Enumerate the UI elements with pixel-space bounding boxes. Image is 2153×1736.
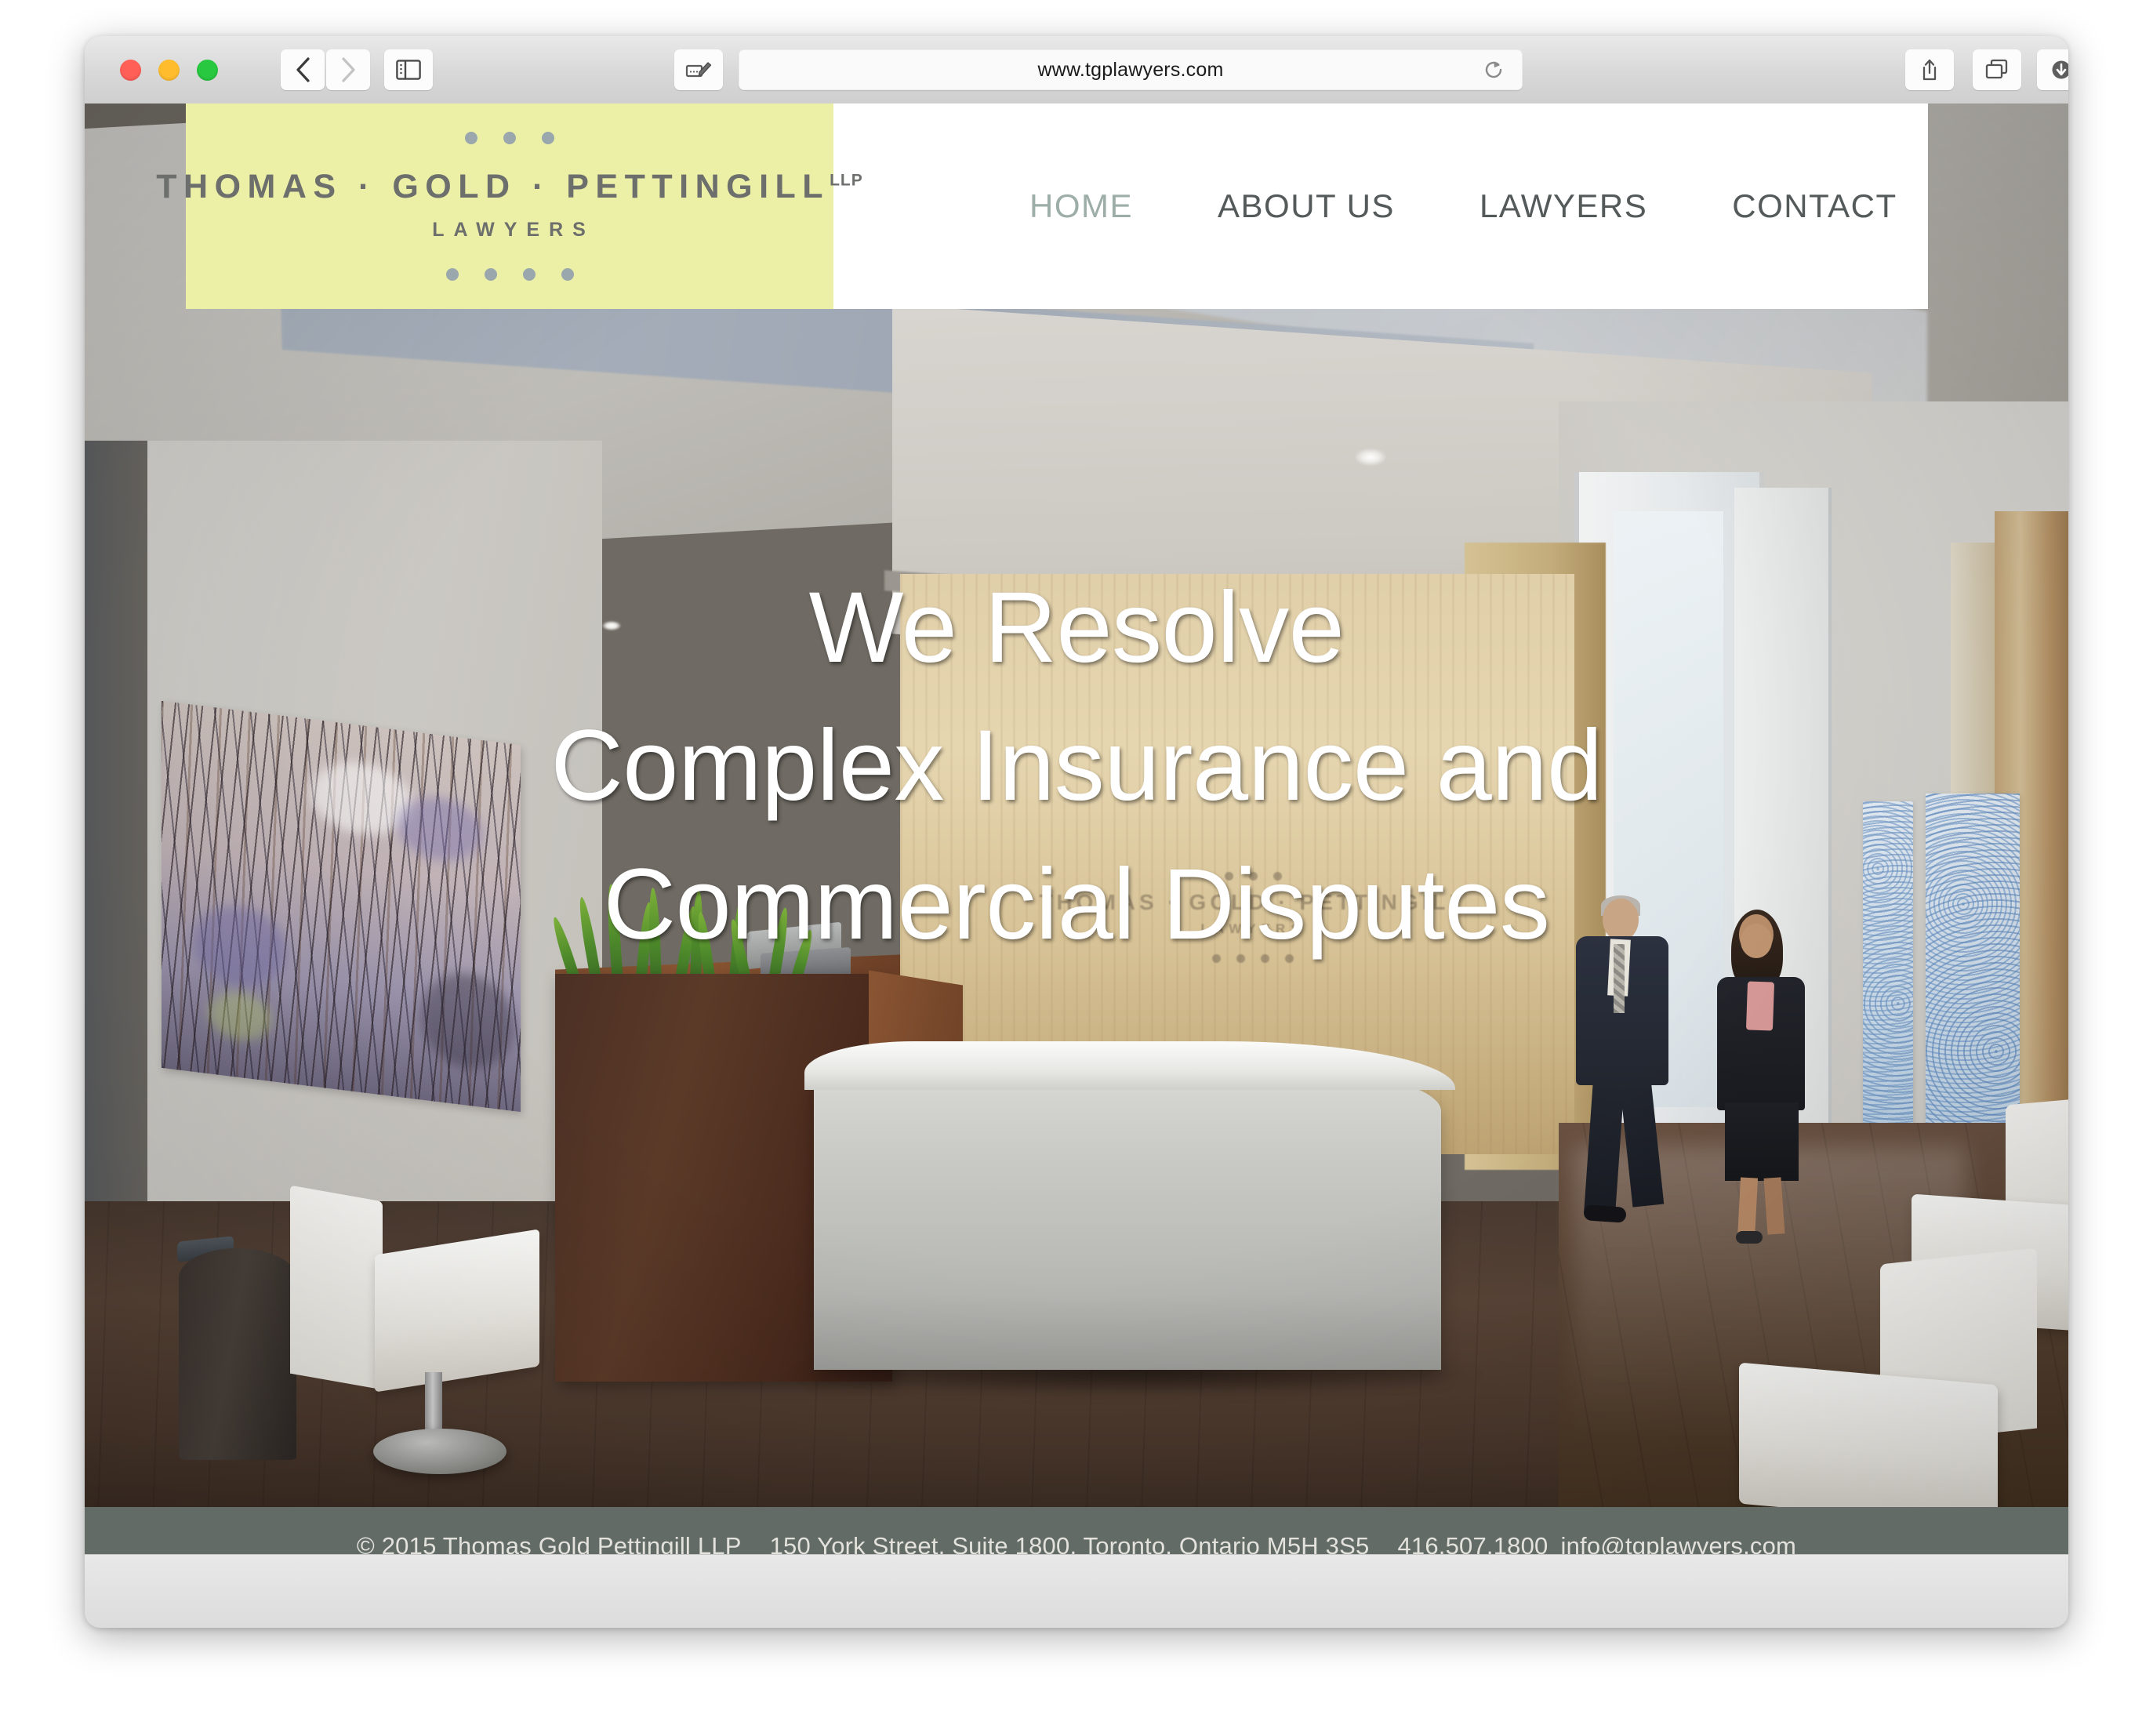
blouse xyxy=(1745,981,1775,1031)
compose-button[interactable] xyxy=(674,49,723,90)
logo-dot xyxy=(503,132,516,144)
logo-dot xyxy=(484,268,497,281)
window-bottom-bar xyxy=(85,1554,2068,1628)
nav-item-contact[interactable]: CONTACT xyxy=(1732,187,1897,225)
logo-llp-suffix: LLP xyxy=(830,171,863,190)
back-button[interactable] xyxy=(281,49,325,90)
site-header: THOMAS · GOLD · PETTINGILLLLP LAWYERS HO… xyxy=(156,104,1928,309)
forward-button[interactable] xyxy=(326,49,370,90)
logo-dot xyxy=(522,268,536,281)
download-icon xyxy=(2052,60,2068,79)
leg xyxy=(1619,1079,1665,1208)
hero-line-1: We Resolve xyxy=(808,571,1345,684)
site-logo[interactable]: THOMAS · GOLD · PETTINGILLLLP LAWYERS xyxy=(156,104,862,309)
hero-line-3: Commercial Disputes xyxy=(603,848,1550,961)
tab-overview-button[interactable] xyxy=(1973,49,2021,90)
footer-copyright: © 2015 Thomas Gold Pettingill LLP xyxy=(356,1532,742,1554)
hero-line-2: Complex Insurance and xyxy=(550,710,1603,823)
reception-counter xyxy=(814,1064,1441,1370)
nav-item-home[interactable]: HOME xyxy=(1029,187,1133,225)
reload-button[interactable] xyxy=(1482,58,1505,82)
leg xyxy=(1737,1177,1759,1240)
paint-blotch xyxy=(420,968,514,1074)
side-table xyxy=(179,1248,296,1460)
window-traffic-lights xyxy=(120,60,218,81)
hero-headline: We Resolve Complex Insurance and Commerc… xyxy=(85,559,2068,975)
chair-base xyxy=(373,1429,506,1474)
tabs-icon xyxy=(1985,59,2008,79)
chair-seat xyxy=(375,1229,539,1393)
compose-icon xyxy=(685,62,712,78)
logo-dot xyxy=(445,268,459,281)
chair-back xyxy=(290,1185,383,1390)
chair-seat xyxy=(1739,1362,1998,1507)
safari-browser-window: www.tgplawyers.com THOMAS · GOLD · PETTI… xyxy=(85,36,2068,1628)
url-address-bar[interactable]: www.tgplawyers.com xyxy=(739,49,1523,90)
zoom-window-button[interactable] xyxy=(197,60,218,81)
lounge-chair-left xyxy=(281,1185,547,1499)
shoe xyxy=(1583,1204,1627,1223)
site-footer: © 2015 Thomas Gold Pettingill LLP 150 Yo… xyxy=(85,1507,2068,1554)
footer-email-link[interactable]: info@tgplawyers.com xyxy=(1560,1532,1796,1554)
footer-address: 150 York Street, Suite 1800, Toronto, On… xyxy=(769,1532,1370,1554)
close-window-button[interactable] xyxy=(120,60,141,81)
shoe xyxy=(1736,1231,1763,1244)
reload-icon xyxy=(1485,61,1502,78)
logo-dot xyxy=(465,132,477,144)
main-navigation: HOME ABOUT US LAWYERS CONTACT xyxy=(833,104,1928,309)
browser-toolbar: www.tgplawyers.com xyxy=(85,36,2068,104)
downloads-button[interactable] xyxy=(2037,49,2068,90)
page-viewport: THOMAS · GOLD · PETTINGILL LAWYERS THOMA… xyxy=(85,104,2068,1554)
nav-item-lawyers[interactable]: LAWYERS xyxy=(1480,187,1647,225)
minimize-window-button[interactable] xyxy=(158,60,180,81)
logo-firm-name-text: THOMAS · GOLD · PETTINGILL xyxy=(156,168,830,205)
recessed-light-icon xyxy=(1355,449,1386,466)
share-button[interactable] xyxy=(1905,49,1954,90)
logo-tagline: LAWYERS xyxy=(432,219,595,241)
footer-contact-row: © 2015 Thomas Gold Pettingill LLP 150 Yo… xyxy=(357,1532,1796,1554)
sidebar-icon xyxy=(396,60,421,80)
nav-item-about-us[interactable]: ABOUT US xyxy=(1218,187,1395,225)
logo-dot xyxy=(542,132,554,144)
chevron-left-icon xyxy=(296,57,310,82)
logo-dot xyxy=(561,268,574,281)
url-text: www.tgplawyers.com xyxy=(1037,58,1224,81)
logo-firm-name: THOMAS · GOLD · PETTINGILLLLP xyxy=(156,168,862,206)
leg xyxy=(1763,1177,1785,1235)
paint-blotch xyxy=(209,989,271,1044)
lounge-chair-right xyxy=(1731,1248,2060,1507)
share-icon xyxy=(1922,59,1937,81)
chevron-right-icon xyxy=(342,57,355,82)
skirt xyxy=(1725,1102,1799,1181)
logo-dots-top xyxy=(465,132,554,144)
logo-dots-bottom xyxy=(445,268,574,281)
footer-phone: 416.507.1800 xyxy=(1397,1532,1548,1554)
show-sidebar-button[interactable] xyxy=(384,49,433,90)
desktop-background: www.tgplawyers.com THOMAS · GOLD · PETTI… xyxy=(0,0,2153,1736)
leg xyxy=(1584,1079,1625,1215)
